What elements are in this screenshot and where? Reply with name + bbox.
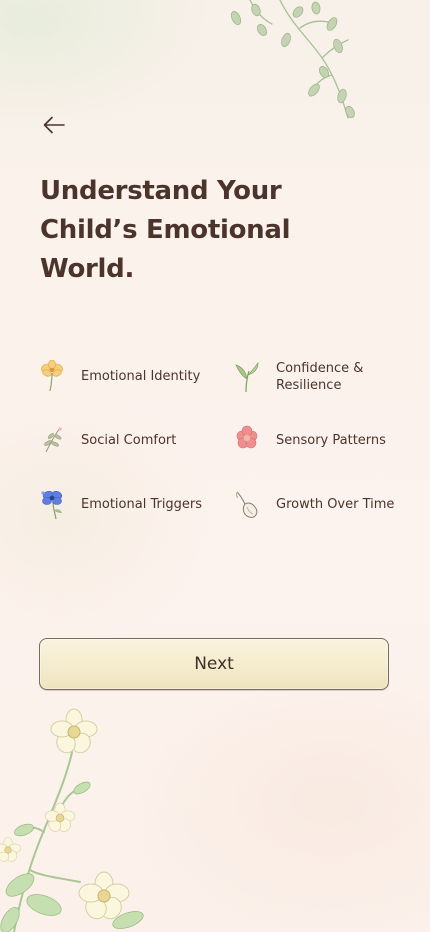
back-button[interactable] — [38, 110, 70, 140]
feature-sensory-patterns: Sensory Patterns — [233, 424, 408, 456]
yellow-flower-icon — [38, 360, 66, 392]
feature-label: Social Comfort — [81, 432, 177, 448]
feature-label: Emotional Triggers — [81, 496, 203, 512]
floral-decoration-icon — [0, 708, 144, 932]
feature-label: Emotional Identity — [81, 368, 201, 384]
feature-label: Growth Over Time — [276, 496, 395, 512]
feature-social-comfort: Social Comfort — [38, 424, 213, 456]
feature-growth-over-time: Growth Over Time — [233, 488, 408, 520]
blue-flower-icon — [38, 488, 66, 520]
seed-pod-icon — [233, 488, 261, 520]
feature-confidence-resilience: Confidence & Resilience — [233, 360, 408, 394]
feature-emotional-identity: Emotional Identity — [38, 360, 213, 392]
feature-label: Sensory Patterns — [276, 432, 386, 448]
green-sprout-icon — [233, 361, 261, 393]
arrow-left-icon — [43, 116, 65, 134]
page-title: Understand Your Child’s Emotional World. — [40, 176, 291, 284]
feature-label: Confidence & Resilience — [276, 361, 364, 393]
next-button[interactable]: Next — [39, 638, 389, 690]
next-button-label: Next — [194, 654, 234, 674]
feature-emotional-triggers: Emotional Triggers — [38, 488, 213, 520]
sprig-icon — [38, 424, 66, 456]
vine-decoration-icon — [230, 0, 355, 119]
pink-flower-icon — [233, 424, 261, 456]
